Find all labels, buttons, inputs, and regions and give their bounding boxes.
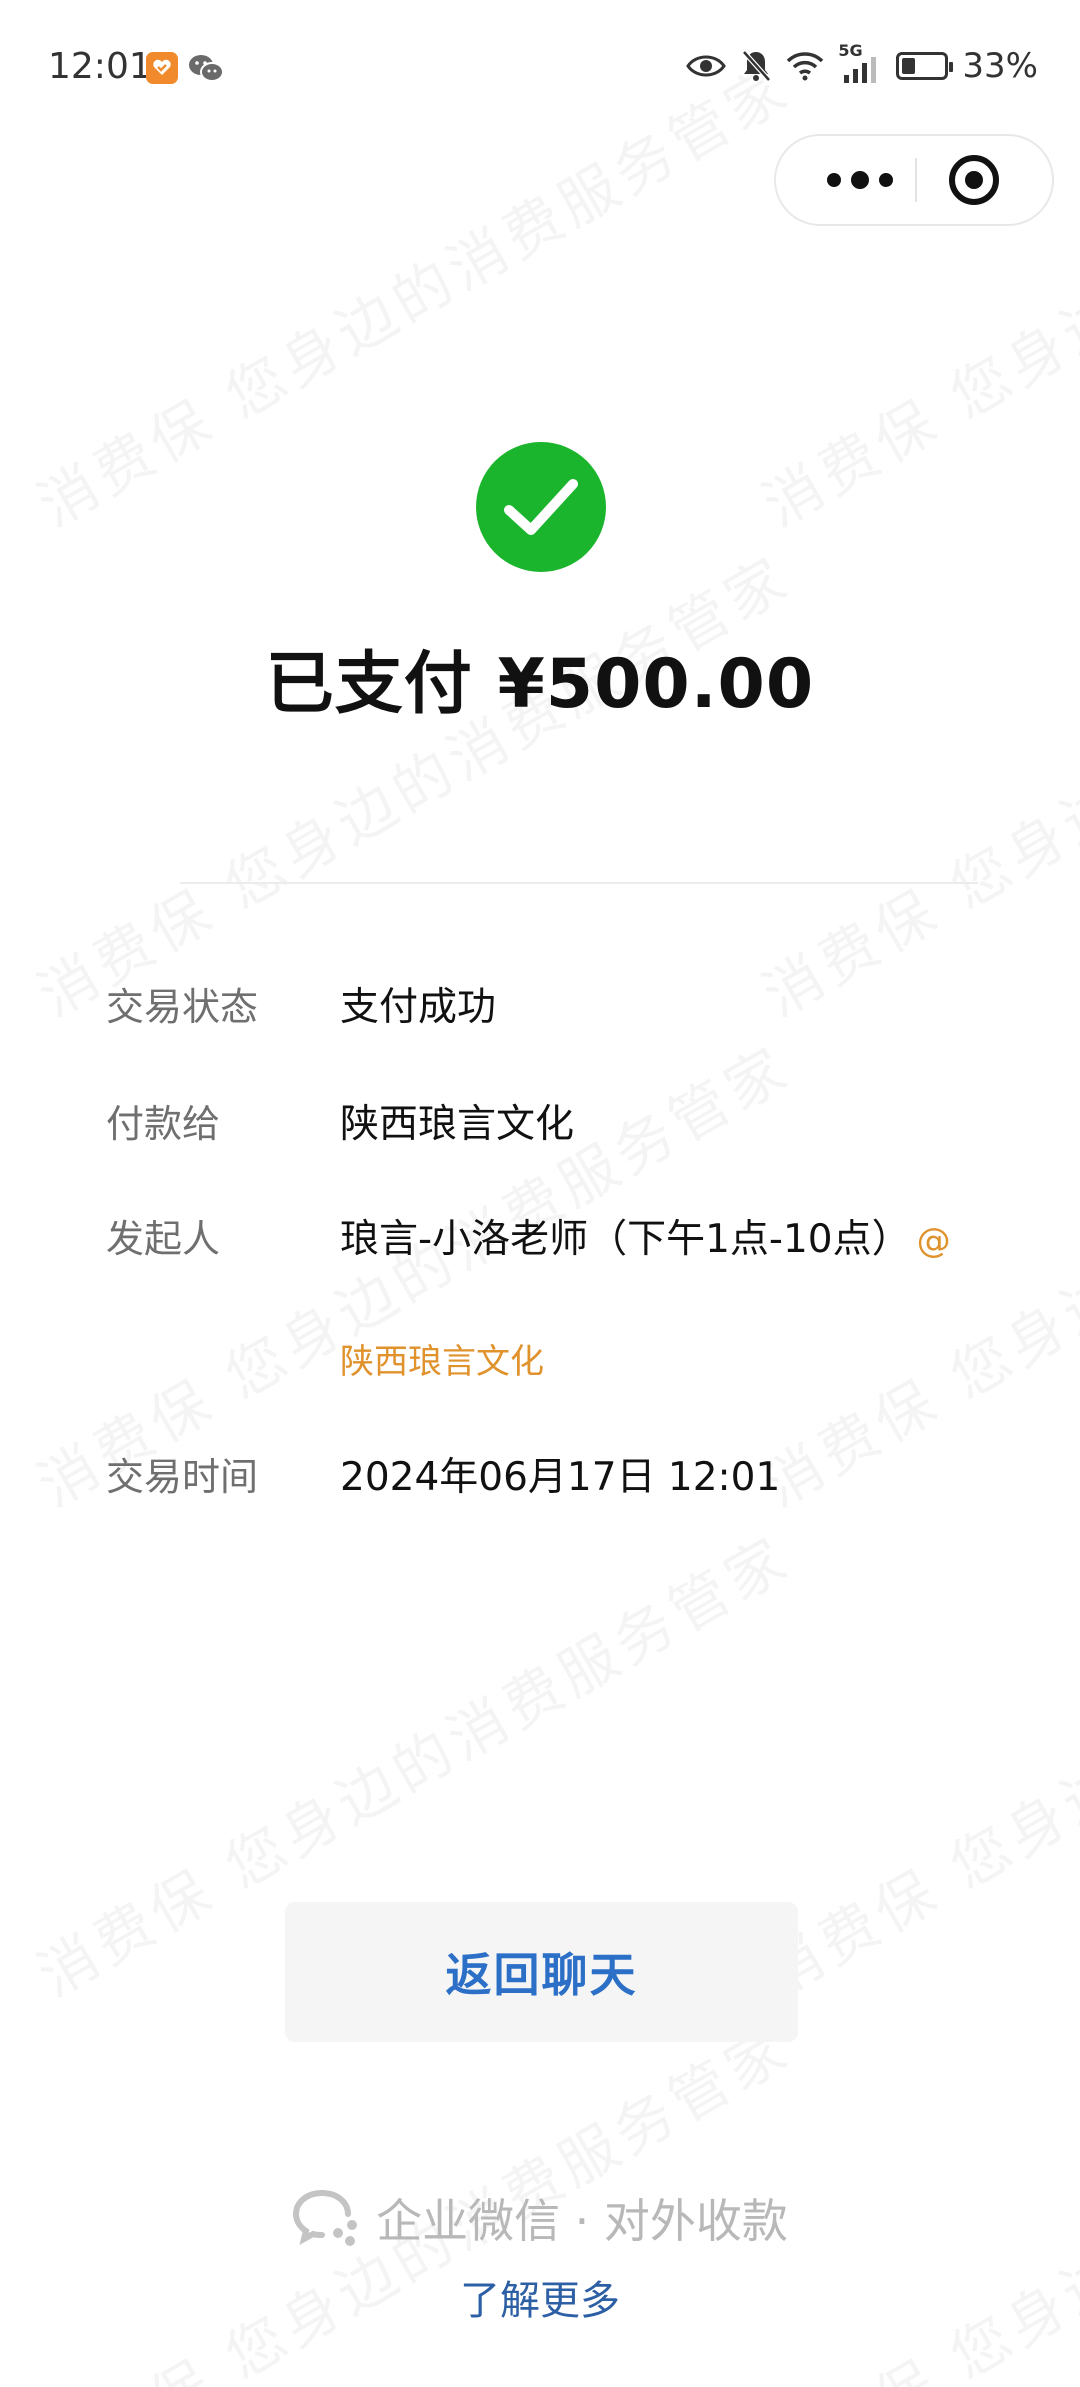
detail-value: 支付成功 xyxy=(340,985,497,1030)
section-divider xyxy=(180,882,978,884)
wecom-logo-icon xyxy=(293,2190,358,2246)
status-time: 12:01 xyxy=(48,46,152,87)
learn-more-link[interactable]: 了解更多 xyxy=(0,2268,1080,2326)
battery-percent: 33% xyxy=(962,46,1038,86)
watermark-text: 消费保 您身边的消费服务管家 xyxy=(745,532,1080,1033)
footer-brand: 企业微信 · 对外收款 xyxy=(0,2185,1080,2251)
success-check-icon xyxy=(476,442,606,572)
status-bar: 12:01 5G 33% xyxy=(0,0,1080,130)
target-close-icon xyxy=(949,155,999,205)
shield-app-icon xyxy=(146,52,178,84)
watermark-text: 消费保 您身边的消费服务管家 xyxy=(745,1022,1080,1523)
back-to-chat-button[interactable]: 返回聊天 xyxy=(285,1902,798,2042)
footer-brand-text: 企业微信 · 对外收款 xyxy=(376,2194,788,2248)
detail-value: 琅言-小洛老师（下午1点-10点） @ xyxy=(340,1208,951,1264)
mute-bell-icon xyxy=(742,50,772,82)
detail-value: 2024年06月17日 12:01 xyxy=(340,1455,781,1500)
battery-level-fill xyxy=(902,58,916,74)
initiator-org-link[interactable]: 陕西琅言文化 xyxy=(340,1334,544,1383)
wechat-icon xyxy=(188,52,224,88)
detail-label: 交易状态 xyxy=(106,985,259,1029)
status-indicators: 5G 33% xyxy=(686,41,1038,86)
at-mark: @ xyxy=(916,1221,951,1261)
eye-icon xyxy=(686,55,727,77)
detail-label: 交易时间 xyxy=(106,1455,259,1499)
cellular-signal-icon: 5G xyxy=(838,41,882,83)
mini-program-capsule xyxy=(774,134,1054,226)
close-button[interactable] xyxy=(946,152,1002,208)
capsule-divider xyxy=(915,158,917,202)
battery-icon xyxy=(896,52,954,80)
more-button[interactable] xyxy=(812,136,908,224)
more-dots-icon xyxy=(851,171,869,189)
wifi-icon xyxy=(787,52,824,81)
paid-amount-title: 已支付 ¥500.00 xyxy=(265,645,815,724)
watermark-text: 消费保 您身边的消费服务管家 xyxy=(20,532,804,1033)
initiator-name: 琅言-小洛老师（下午1点-10点） xyxy=(340,1217,911,1262)
detail-label: 付款给 xyxy=(106,1102,221,1146)
detail-label: 发起人 xyxy=(106,1217,221,1261)
more-dots-icon xyxy=(827,173,841,187)
more-dots-icon xyxy=(879,173,893,187)
detail-value: 陕西琅言文化 xyxy=(340,1102,575,1147)
